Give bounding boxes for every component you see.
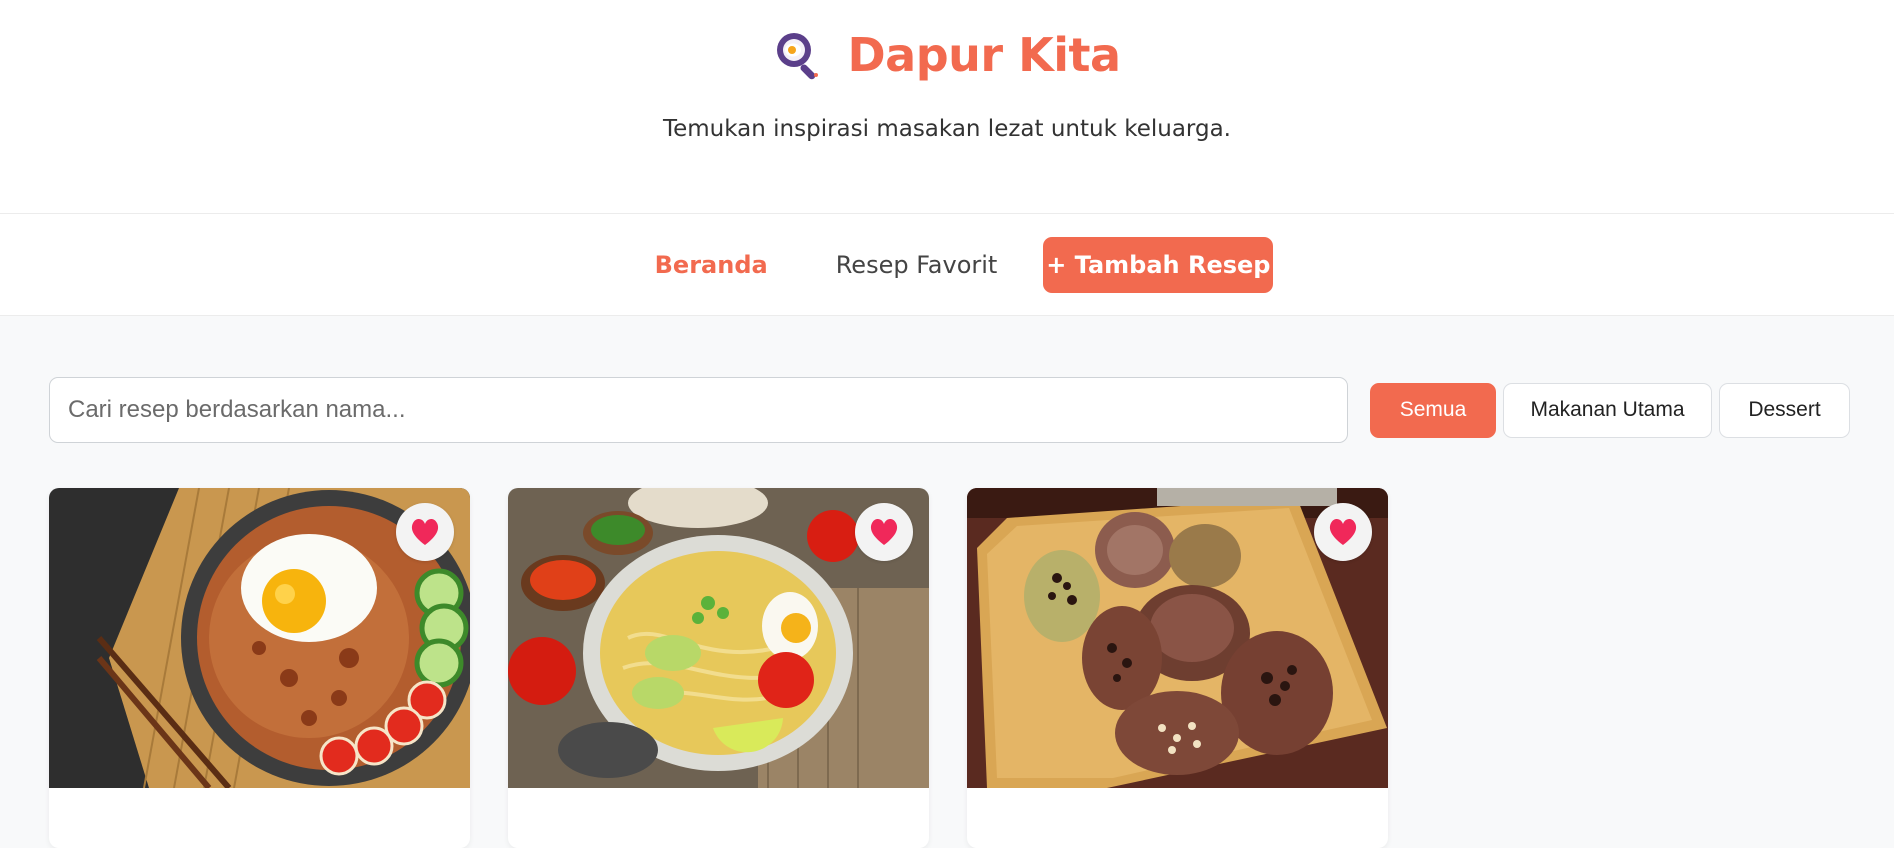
frying-pan-egg-icon <box>777 33 819 80</box>
heart-icon <box>1329 518 1357 545</box>
category-filters: Semua Makanan Utama Dessert <box>1370 382 1850 438</box>
main-nav: Beranda Resep Favorit + Tambah Resep <box>0 214 1894 316</box>
search-filter-bar: Semua Makanan Utama Dessert <box>49 377 1851 443</box>
recipe-card[interactable] <box>508 488 929 848</box>
nav-favorites-link[interactable]: Resep Favorit <box>802 251 1032 279</box>
heart-icon <box>870 518 898 545</box>
filter-main-course-button[interactable]: Makanan Utama <box>1503 382 1712 438</box>
brand: Dapur Kita <box>0 28 1894 82</box>
tagline: Temukan inspirasi masakan lezat untuk ke… <box>662 116 1231 142</box>
site-header: Dapur Kita Temukan inspirasi masakan lez… <box>0 0 1894 214</box>
add-recipe-button[interactable]: + Tambah Resep <box>1043 236 1274 293</box>
recipe-grid <box>49 488 1388 848</box>
filter-all-button[interactable]: Semua <box>1370 382 1496 438</box>
recipe-card[interactable] <box>967 488 1388 848</box>
search-input[interactable] <box>49 377 1348 443</box>
favorite-button[interactable] <box>1314 503 1372 561</box>
favorite-button[interactable] <box>855 503 913 561</box>
filter-dessert-button[interactable]: Dessert <box>1719 382 1850 438</box>
favorite-button[interactable] <box>396 503 454 561</box>
heart-icon <box>411 518 439 545</box>
app-title: Dapur Kita <box>847 28 1121 82</box>
nav-home-link[interactable]: Beranda <box>621 251 802 279</box>
recipe-card[interactable] <box>49 488 470 848</box>
